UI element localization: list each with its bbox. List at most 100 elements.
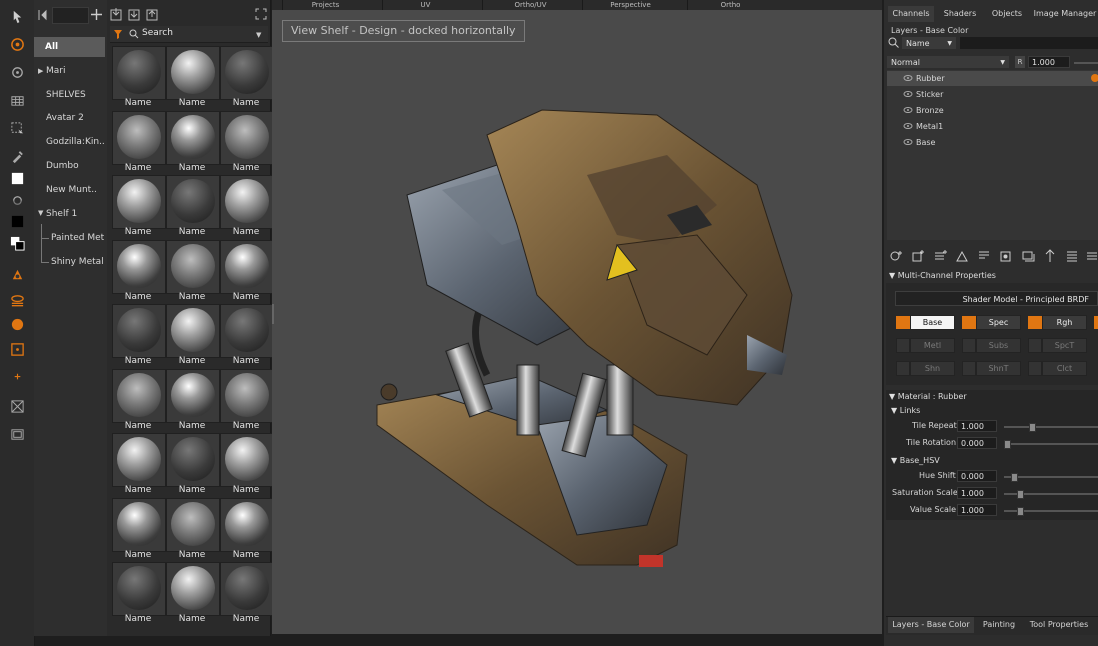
splitter-handle[interactable] — [272, 304, 274, 324]
material-thumbnail[interactable] — [166, 368, 220, 423]
add-layer-icon[interactable] — [889, 249, 903, 263]
material-thumbnail[interactable] — [112, 562, 166, 616]
channel-shnt-button[interactable]: ShnT — [976, 361, 1021, 376]
export-icon[interactable] — [146, 7, 158, 21]
material-thumbnail[interactable] — [166, 433, 220, 487]
marquee-select-icon[interactable] — [9, 120, 25, 136]
brush-tool-icon[interactable] — [9, 64, 25, 80]
shelf-item-all[interactable]: All — [34, 37, 105, 57]
material-thumbnail[interactable] — [112, 110, 166, 165]
hue-shift-field[interactable]: 0.000 — [957, 470, 997, 482]
collapse-panel-icon[interactable] — [36, 8, 48, 22]
download-icon[interactable] — [128, 7, 140, 21]
material-thumbnail[interactable] — [112, 368, 166, 423]
blend-mode-dropdown[interactable]: Normal ▼ — [887, 56, 1009, 68]
paint-through-icon[interactable] — [9, 266, 25, 282]
channel-metl-button[interactable]: Metl — [910, 338, 955, 353]
visibility-layers-icon[interactable] — [9, 292, 25, 308]
3d-viewport[interactable]: View Shelf - Design - docked horizontall… — [272, 10, 882, 634]
expand-arrow-icon[interactable]: ▶ — [38, 67, 43, 75]
material-thumbnail[interactable] — [220, 239, 274, 294]
channel-spct-button[interactable]: SpcT — [1042, 338, 1087, 353]
channel-base-button[interactable]: Base — [910, 315, 955, 330]
name-filter-dropdown[interactable]: Name ▼ — [902, 37, 956, 49]
color-pair-icon[interactable] — [9, 235, 25, 251]
add-procedural-icon[interactable] — [955, 249, 969, 263]
layer-row-sticker[interactable]: Sticker — [887, 87, 1098, 102]
tab-perspective[interactable]: Perspective — [582, 0, 678, 10]
links-header[interactable]: ▼ Links — [891, 406, 920, 415]
chevron-down-icon[interactable]: ▼ — [256, 31, 261, 39]
material-thumbnail[interactable] — [220, 175, 274, 229]
eye-icon[interactable] — [903, 136, 913, 148]
tile-rotation-slider[interactable] — [1004, 443, 1098, 445]
add-filter-icon[interactable] — [977, 249, 991, 263]
layer-menu-icon[interactable] — [1085, 249, 1098, 263]
value-scale-slider-handle[interactable] — [1017, 507, 1024, 516]
eye-icon[interactable] — [903, 72, 913, 84]
tile-rotation-slider-handle[interactable] — [1004, 440, 1011, 449]
material-thumbnail[interactable] — [220, 433, 274, 487]
grid-select-icon[interactable] — [9, 92, 25, 108]
small-plus-icon[interactable] — [9, 368, 25, 384]
eye-icon[interactable] — [903, 120, 913, 132]
background-color-swatch[interactable] — [9, 213, 25, 229]
material-thumbnail[interactable] — [112, 239, 166, 294]
multi-channel-header[interactable]: ▼ Multi-Channel Properties — [889, 271, 996, 280]
material-thumbnail[interactable] — [166, 175, 220, 229]
swap-colors-icon[interactable] — [9, 192, 25, 208]
base-hsv-header[interactable]: ▼ Base_HSV — [891, 456, 940, 465]
add-adjustment-icon[interactable] — [933, 249, 947, 263]
eye-icon[interactable] — [903, 88, 913, 100]
move-layer-icon[interactable] — [1043, 249, 1057, 263]
filter-funnel-icon[interactable] — [113, 28, 123, 40]
channel-shn-button[interactable]: Shn — [910, 361, 955, 376]
maximize-icon[interactable] — [255, 7, 267, 21]
add-mask-icon[interactable] — [999, 249, 1013, 263]
material-thumbnail[interactable] — [166, 110, 220, 165]
tile-repeat-slider-handle[interactable] — [1029, 423, 1036, 432]
tab-ortho-uv[interactable]: Ortho/UV — [482, 0, 578, 10]
tab-painting[interactable]: Painting — [978, 617, 1020, 633]
material-thumbnail[interactable] — [166, 46, 220, 100]
material-thumbnail[interactable] — [220, 368, 274, 423]
tab-shaders[interactable]: Shaders — [937, 6, 983, 22]
shelf-item-new-munt[interactable]: New Munt.. — [46, 180, 104, 200]
tile-repeat-slider[interactable] — [1004, 426, 1098, 428]
channel-spec-button[interactable]: Spec — [976, 315, 1021, 330]
layer-search-input[interactable] — [960, 37, 1098, 49]
opacity-slider[interactable] — [1074, 62, 1098, 64]
channel-rgh-button[interactable]: Rgh — [1042, 315, 1087, 330]
material-thumbnail[interactable] — [112, 46, 166, 100]
material-thumbnail[interactable] — [166, 304, 220, 358]
shelf-item-shiny-metal[interactable]: Shiny Metal — [51, 252, 105, 272]
saturation-scale-field[interactable]: 1.000 — [957, 487, 997, 499]
tab-layers-base-color[interactable]: Layers - Base Color — [888, 617, 974, 633]
material-header[interactable]: ▼ Material : Rubber — [889, 392, 967, 401]
import-icon[interactable] — [110, 7, 122, 21]
paint-target-icon[interactable] — [9, 36, 25, 52]
material-thumbnail[interactable] — [166, 562, 220, 616]
hue-shift-slider-handle[interactable] — [1011, 473, 1018, 482]
saturation-scale-slider-handle[interactable] — [1017, 490, 1024, 499]
material-thumbnail[interactable] — [166, 497, 220, 552]
projection-frame-icon[interactable] — [9, 341, 25, 357]
tile-repeat-field[interactable]: 1.000 — [957, 420, 997, 432]
search-input[interactable]: Search — [142, 28, 173, 38]
material-thumbnail[interactable] — [220, 46, 274, 100]
material-thumbnail[interactable] — [112, 304, 166, 358]
tab-objects[interactable]: Objects — [986, 6, 1028, 22]
layer-row-rubber[interactable]: Rubber — [887, 71, 1098, 86]
add-shelf-icon[interactable] — [90, 8, 103, 21]
eye-icon[interactable] — [903, 104, 913, 116]
add-paint-layer-icon[interactable] — [911, 249, 925, 263]
opacity-field[interactable]: 1.000 — [1028, 56, 1070, 68]
channel-clct-button[interactable]: Clct — [1042, 361, 1087, 376]
tab-image-manager[interactable]: Image Manager — [1032, 6, 1098, 22]
shelf-item-godzilla[interactable]: Godzilla:Kin.. — [46, 132, 104, 152]
texture-box-icon[interactable] — [9, 398, 25, 414]
material-thumbnail[interactable] — [166, 239, 220, 294]
material-thumbnail[interactable] — [112, 433, 166, 487]
add-group-icon[interactable] — [1021, 249, 1035, 263]
shelf-item-painted-metal[interactable]: Painted Met.. — [51, 228, 105, 248]
